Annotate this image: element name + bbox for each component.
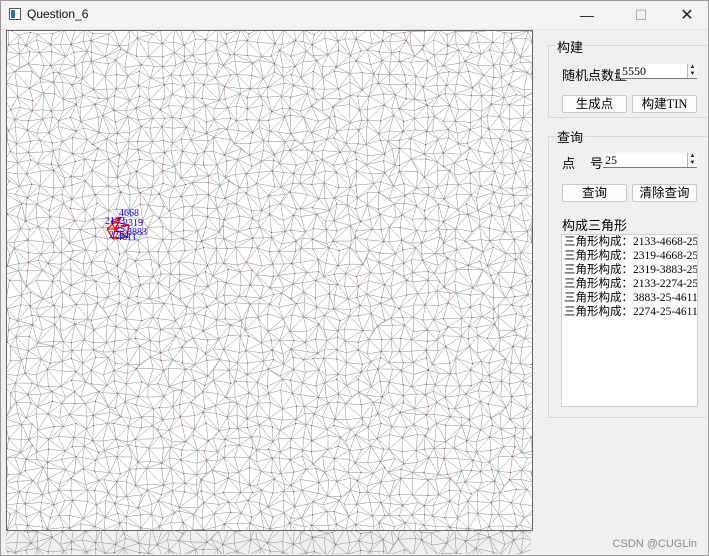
points-count-spinbox[interactable]: 5550 ▲ ▼ <box>620 64 697 79</box>
tin-mesh-overflow <box>6 530 531 554</box>
app-icon <box>9 8 21 20</box>
point-number-value: 25 <box>605 153 617 167</box>
point-id-label: 4611 <box>117 232 137 243</box>
result-label: 构成三角形 <box>562 218 628 233</box>
number-label: 号 <box>590 156 604 171</box>
tin-canvas[interactable]: 4668 2319 2133 25 3883 2274 4611 <box>6 30 533 531</box>
maximize-button[interactable]: ☐ <box>618 1 664 29</box>
point-label: 点 <box>562 156 576 171</box>
list-item[interactable]: 三角形构成：2274-25-4611 <box>562 305 697 319</box>
list-item[interactable]: 三角形构成：2319-3883-25 <box>562 263 697 277</box>
list-item[interactable]: 三角形构成：2133-4668-25 <box>562 235 697 249</box>
window-title: Question_6 <box>27 7 89 21</box>
mesh-edges <box>7 31 532 530</box>
query-button[interactable]: 查询 <box>562 184 627 202</box>
triangle-result-list[interactable]: 三角形构成：2133-4668-25 三角形构成：2319-4668-25 三角… <box>561 234 698 407</box>
list-item[interactable]: 三角形构成：2133-2274-25 <box>562 277 697 291</box>
build-tin-button[interactable]: 构建TIN <box>632 95 697 113</box>
list-item[interactable]: 三角形构成：2319-4668-25 <box>562 249 697 263</box>
close-button[interactable]: ✕ <box>664 1 709 29</box>
points-count-value: 5550 <box>622 64 646 78</box>
build-group-title: 构建 <box>555 37 586 56</box>
list-item[interactable]: 三角形构成：3883-25-4611 <box>562 291 697 305</box>
spin-arrows-icon[interactable]: ▲ ▼ <box>687 153 697 167</box>
point-number-spinbox[interactable]: 25 ▲ ▼ <box>603 153 697 168</box>
generate-points-button[interactable]: 生成点 <box>562 95 627 113</box>
minimize-button[interactable]: — <box>564 1 610 29</box>
watermark: CSDN @CUGLin <box>612 538 697 550</box>
points-count-label: 随机点数量 <box>562 68 628 83</box>
clear-query-button[interactable]: 清除查询 <box>632 184 697 202</box>
tin-mesh: 46682319213325 388322744611 <box>7 31 532 530</box>
query-group-title: 查询 <box>555 127 586 146</box>
title-bar: Question_6 — ☐ ✕ <box>1 1 708 30</box>
mesh-edges <box>6 530 531 554</box>
spin-arrows-icon[interactable]: ▲ ▼ <box>687 64 697 78</box>
